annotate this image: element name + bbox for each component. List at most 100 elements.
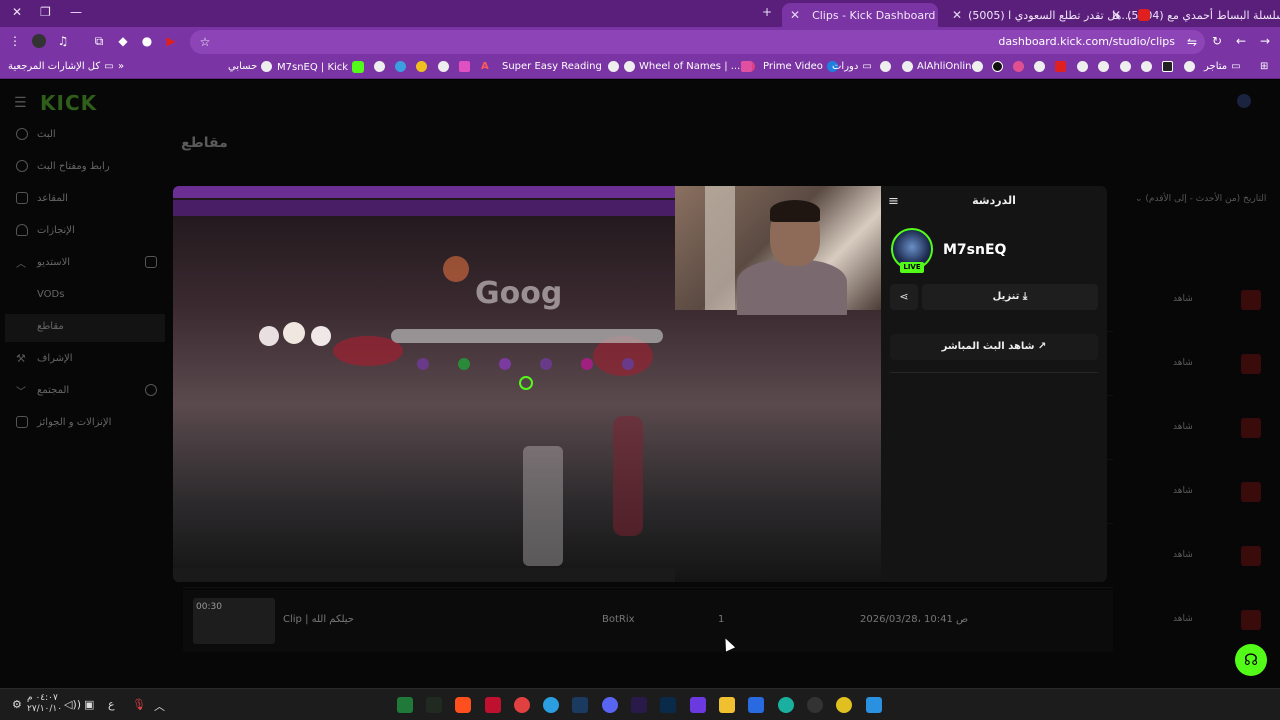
watch-link[interactable]: شاهد [1173,614,1193,624]
sidebar-item-stream-key[interactable]: رابط ومفتاح البث [0,154,170,182]
app-icon[interactable] [485,697,501,713]
delete-icon[interactable] [1241,290,1261,310]
bookmark[interactable]: M7snEQ | Kick [277,61,365,73]
bookmark-icon[interactable] [992,61,1003,72]
menu-kebab-icon[interactable]: ⋮ [8,34,22,48]
restore-window-icon[interactable]: ❐ [40,5,51,19]
sidebar-item-seats[interactable]: المقاعد [0,186,170,214]
sidebar-item-community[interactable]: ﹀ المجتمع [0,378,170,406]
forward-icon[interactable]: ← [1234,34,1248,48]
sidebar-item-stream[interactable]: البث [0,122,170,150]
language-indicator[interactable]: ع [108,698,115,711]
extension-icon[interactable]: ● [140,34,154,48]
bookmark[interactable]: متاجر ▭ [1204,61,1241,72]
back-icon[interactable]: → [1258,34,1272,48]
delete-icon[interactable] [1241,418,1261,438]
network-icon[interactable]: ▣ [84,698,94,711]
app-icon[interactable] [690,697,706,713]
clip-row[interactable]: 00:30 Clip | حيلكم الله BotRix 1 2026/03… [183,590,1261,652]
bookmark-icon[interactable] [741,61,752,72]
bookmark[interactable]: Wheel of Names | ... [624,61,756,72]
chevron-up-icon[interactable]: ︿ [154,698,165,714]
settings-gear-icon[interactable]: ⚙ [12,698,22,711]
bookmark-icon[interactable] [1013,61,1024,72]
bookmark-icon[interactable] [1077,61,1088,72]
chevron-right-icon[interactable]: » [118,61,124,72]
hamburger-menu-icon[interactable]: ☰ [14,95,27,111]
bookmark-icon[interactable] [1034,61,1045,72]
photoshop-icon[interactable] [660,697,676,713]
bookmark-icon[interactable] [1120,61,1131,72]
steam-icon[interactable] [572,697,588,713]
address-bar[interactable]: ☆ dashboard.kick.com/studio/clips ⇋ [190,30,1205,54]
microphone-icon[interactable]: 🎙 [132,698,146,711]
sidebar-item-vods[interactable]: VODs [0,282,170,310]
bookmark-icon[interactable] [1184,61,1195,72]
apps-grid-icon[interactable]: ⊞ [1260,61,1268,72]
all-bookmarks[interactable]: كل الإشارات المرجعية ▭ [8,61,114,72]
watch-link[interactable]: شاهد [1173,486,1193,496]
bookmark-icon[interactable] [438,61,449,72]
watch-link[interactable]: شاهد [1173,422,1193,432]
chrome-icon[interactable] [836,697,852,713]
sidebar-item-drops[interactable]: الإنزالات و الجوائز [0,410,170,438]
bookmark[interactable]: AlAhliOnline [902,61,978,72]
minimize-window-icon[interactable]: — [70,5,82,19]
sort-dropdown[interactable]: ⌄ التاريخ (من الأحدث - إلى الأقدم) [1135,194,1266,204]
close-tab-icon[interactable]: ✕ [790,8,800,22]
bookmark-icon[interactable] [1162,61,1173,72]
watch-link[interactable]: شاهد [1173,358,1193,368]
delete-icon[interactable] [1241,482,1261,502]
bookmark[interactable]: حسابي [228,61,273,72]
extensions-icon[interactable]: ⧉ [92,34,106,48]
app-icon[interactable] [807,697,823,713]
watch-live-button[interactable]: شاهد البث المباشر ↗ [890,334,1098,360]
media-control-icon[interactable]: ♫ [56,34,70,48]
clip-video-player[interactable]: Goog [173,186,881,582]
channel-name[interactable]: M7snEQ [943,242,1006,258]
tab-3-active[interactable]: ✕ Clips - Kick Dashboard [782,3,938,27]
delete-icon[interactable] [1241,354,1261,374]
discord-icon[interactable] [602,697,618,713]
sidebar-item-clips[interactable]: مقاطع [5,314,165,342]
close-tab-icon[interactable]: ✕ [952,8,962,22]
brave-icon[interactable] [455,697,471,713]
bookmark-icon[interactable] [416,61,427,72]
close-window-icon[interactable]: ✕ [12,5,22,19]
edge-icon[interactable] [778,697,794,713]
bookmark[interactable]: Prime Video [763,61,838,72]
bookmark-star-icon[interactable]: ☆ [198,35,212,49]
bookmark-icon[interactable] [459,61,470,72]
delete-icon[interactable] [1241,610,1261,630]
user-avatar-icon[interactable] [1237,94,1251,108]
extension-icon[interactable]: ◆ [116,34,130,48]
bookmark-icon[interactable]: A [481,61,489,72]
premiere-icon[interactable] [631,697,647,713]
bookmark-icon[interactable] [1055,61,1066,72]
watch-link[interactable]: شاهد [1173,294,1193,304]
kick-logo[interactable]: KICK [40,91,97,115]
telegram-icon[interactable] [543,697,559,713]
extension-icon[interactable]: ▶ [164,34,178,48]
windows-start-icon[interactable] [866,697,882,713]
bookmark-icon[interactable] [972,61,983,72]
store-icon[interactable] [748,697,764,713]
new-tab-icon[interactable]: + [762,5,772,19]
system-clock[interactable]: ٠٤:٠٧ م ٢٧/١٠/١٠ [27,693,62,715]
app-icon[interactable] [514,697,530,713]
terminal-icon[interactable] [426,697,442,713]
bookmark-icon[interactable] [1141,61,1152,72]
share-button[interactable]: ⋖ [890,284,918,310]
bookmark[interactable]: Super Easy Reading [502,61,619,72]
bookmark[interactable]: دورات ▭ [832,61,872,72]
excel-icon[interactable] [397,697,413,713]
bookmark-icon[interactable] [1098,61,1109,72]
help-headset-icon[interactable]: ☊ [1235,644,1267,676]
bookmark-icon[interactable] [374,61,385,72]
download-button[interactable]: تنزيل ⤓ [922,284,1098,310]
profile-icon[interactable] [32,34,46,48]
file-explorer-icon[interactable] [719,697,735,713]
watch-link[interactable]: شاهد [1173,550,1193,560]
site-settings-icon[interactable]: ⇋ [1185,35,1199,49]
sidebar-item-achievements[interactable]: الإنجازات [0,218,170,246]
